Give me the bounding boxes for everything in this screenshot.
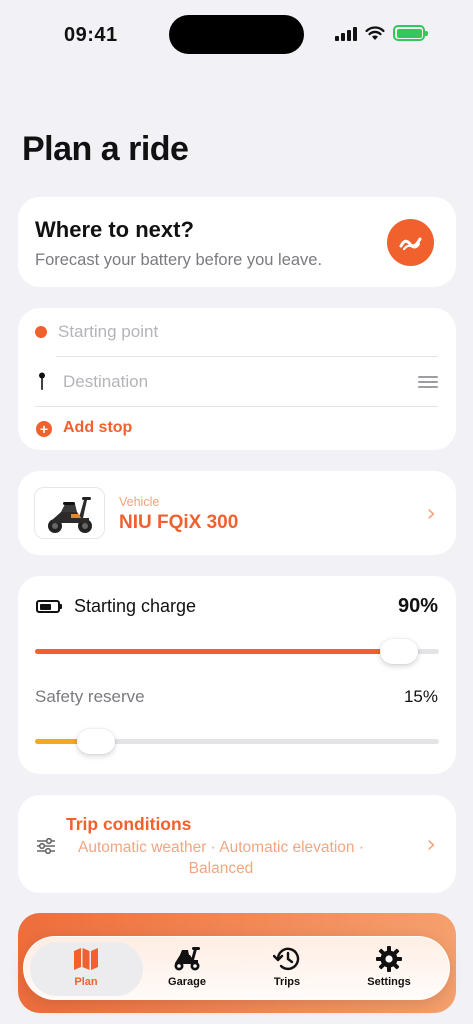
vehicle-thumbnail (34, 487, 105, 539)
vehicle-card[interactable]: Vehicle NIU FQiX 300 › (18, 471, 456, 555)
trip-conditions-card[interactable]: Trip conditions Automatic weather · Auto… (18, 795, 456, 893)
sliders-icon (37, 838, 55, 854)
tab-trips[interactable]: Trips (237, 945, 337, 988)
wifi-icon (365, 25, 385, 40)
trip-conditions-summary: Automatic weather · Automatic elevation … (77, 839, 365, 877)
tab-settings[interactable]: Settings (339, 945, 439, 988)
divider (35, 406, 438, 407)
start-dot-icon (35, 326, 47, 338)
route-card: Starting point Destination + Add stop (18, 308, 456, 450)
pin-icon (39, 372, 45, 390)
slider-fill (35, 649, 399, 654)
cellular-signal-icon (335, 26, 357, 41)
safety-reserve-slider-thumb[interactable] (76, 729, 115, 754)
forecast-button[interactable] (387, 219, 434, 266)
starting-charge-value: 90% (397, 595, 438, 617)
hero-title: Where to next? (35, 217, 194, 242)
forecast-wave-icon (399, 237, 421, 250)
vehicle-label: Vehicle (119, 495, 160, 509)
map-icon (74, 948, 98, 970)
history-icon (273, 947, 300, 971)
add-stop-button[interactable]: Add stop (63, 419, 132, 437)
trip-conditions-title: Trip conditions (66, 814, 192, 834)
tab-plan[interactable]: Plan (36, 945, 136, 988)
battery-charging-icon (393, 25, 428, 41)
page-title: Plan a ride (22, 130, 189, 168)
tab-label: Plan (74, 976, 98, 988)
status-bar: 09:41 (0, 0, 473, 60)
starting-charge-label: Starting charge (74, 596, 197, 616)
starting-charge-slider[interactable] (35, 649, 439, 654)
status-time: 09:41 (64, 24, 118, 46)
tab-garage[interactable]: Garage (137, 945, 237, 988)
chevron-right-icon: › (426, 830, 436, 858)
safety-reserve-label: Safety reserve (35, 687, 145, 706)
battery-icon (36, 600, 62, 613)
starting-point-input[interactable]: Starting point (58, 322, 158, 342)
scooter-image (48, 497, 92, 533)
charge-card: Starting charge 90% Safety reserve 15% (18, 576, 456, 774)
tab-label: Garage (168, 976, 206, 988)
hero-subtitle: Forecast your battery before you leave. (35, 251, 323, 269)
system-icons (335, 25, 428, 41)
divider (56, 356, 438, 357)
reorder-handle-icon[interactable] (418, 376, 438, 391)
safety-reserve-value: 15% (403, 687, 438, 706)
scooter-icon (174, 947, 200, 971)
chevron-right-icon: › (426, 499, 436, 527)
destination-input[interactable]: Destination (63, 372, 148, 392)
add-stop-icon[interactable]: + (36, 421, 52, 437)
tab-bar: Plan Garage Trips Settings (23, 936, 450, 1000)
tab-label: Trips (273, 976, 301, 988)
starting-charge-slider-thumb[interactable] (379, 639, 418, 664)
gear-icon (376, 946, 402, 972)
dynamic-island (169, 15, 304, 54)
tab-label: Settings (367, 976, 411, 988)
where-to-next-card[interactable]: Where to next? Forecast your battery bef… (18, 197, 456, 287)
vehicle-name: NIU FQiX 300 (119, 512, 239, 533)
